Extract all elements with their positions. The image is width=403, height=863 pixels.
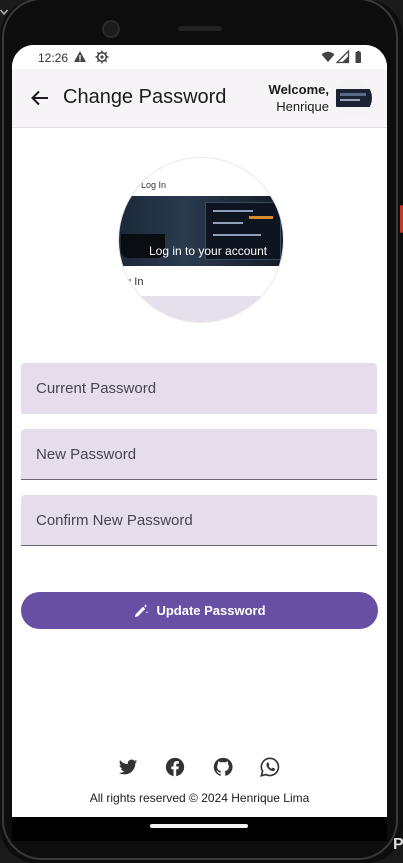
photo-detail	[249, 216, 273, 219]
warning-icon	[74, 51, 86, 62]
twitter-icon[interactable]	[117, 756, 139, 778]
corner-label: P	[393, 836, 403, 853]
profile-picture-text-bottom: og In	[119, 276, 144, 288]
user-name: Henrique	[276, 99, 329, 114]
settings-icon	[95, 50, 109, 64]
navigation-bar	[12, 817, 387, 841]
welcome-greeting: Welcome, Henrique	[269, 81, 329, 115]
current-password-field[interactable]: Current Password	[21, 363, 377, 414]
confirm-password-field[interactable]: Confirm New Password	[21, 495, 377, 546]
avatar[interactable]	[334, 79, 372, 117]
profile-picture[interactable]: Log In Log in to your account og In	[118, 157, 284, 323]
home-indicator[interactable]	[150, 824, 248, 828]
wifi-icon	[321, 51, 335, 62]
status-bar: 12:26	[12, 45, 387, 69]
front-camera	[102, 20, 120, 38]
profile-picture-footer	[119, 266, 283, 296]
update-password-label: Update Password	[156, 603, 266, 618]
page-title: Change Password	[63, 86, 227, 108]
profile-picture-caption: Log in to your account	[149, 244, 268, 258]
back-arrow-icon[interactable]	[26, 84, 54, 112]
avatar-image-detail	[340, 93, 366, 96]
status-time: 12:26	[38, 51, 69, 65]
update-password-button[interactable]: Update Password	[21, 592, 378, 629]
signal-icon	[336, 50, 350, 64]
footer-copyright: All rights reserved © 2024 Henrique Lima	[89, 791, 310, 805]
new-password-field[interactable]: New Password	[21, 429, 377, 480]
photo-detail	[213, 210, 253, 212]
confirm-password-label: Confirm New Password	[36, 512, 193, 529]
github-icon[interactable]	[212, 756, 234, 778]
avatar-image-detail	[340, 99, 360, 101]
photo-detail	[213, 234, 261, 236]
app-bar: Change Password Welcome, Henrique	[12, 69, 387, 128]
facebook-icon[interactable]	[164, 756, 186, 778]
current-password-label: Current Password	[36, 380, 157, 397]
chevron-down-icon	[0, 9, 8, 16]
app-screen: 12:26 Change Password Welcome, Henrique	[12, 45, 387, 817]
profile-picture-strip	[119, 296, 283, 322]
earpiece	[178, 26, 222, 31]
avatar-image	[336, 89, 372, 107]
battery-icon	[355, 51, 361, 63]
welcome-label: Welcome,	[268, 82, 329, 97]
profile-picture-text-top: Log In	[141, 180, 167, 190]
profile-picture-header	[119, 158, 283, 196]
edit-sparkle-icon	[135, 603, 149, 617]
new-password-label: New Password	[36, 446, 137, 463]
photo-detail	[213, 222, 243, 224]
whatsapp-icon[interactable]	[259, 756, 281, 778]
